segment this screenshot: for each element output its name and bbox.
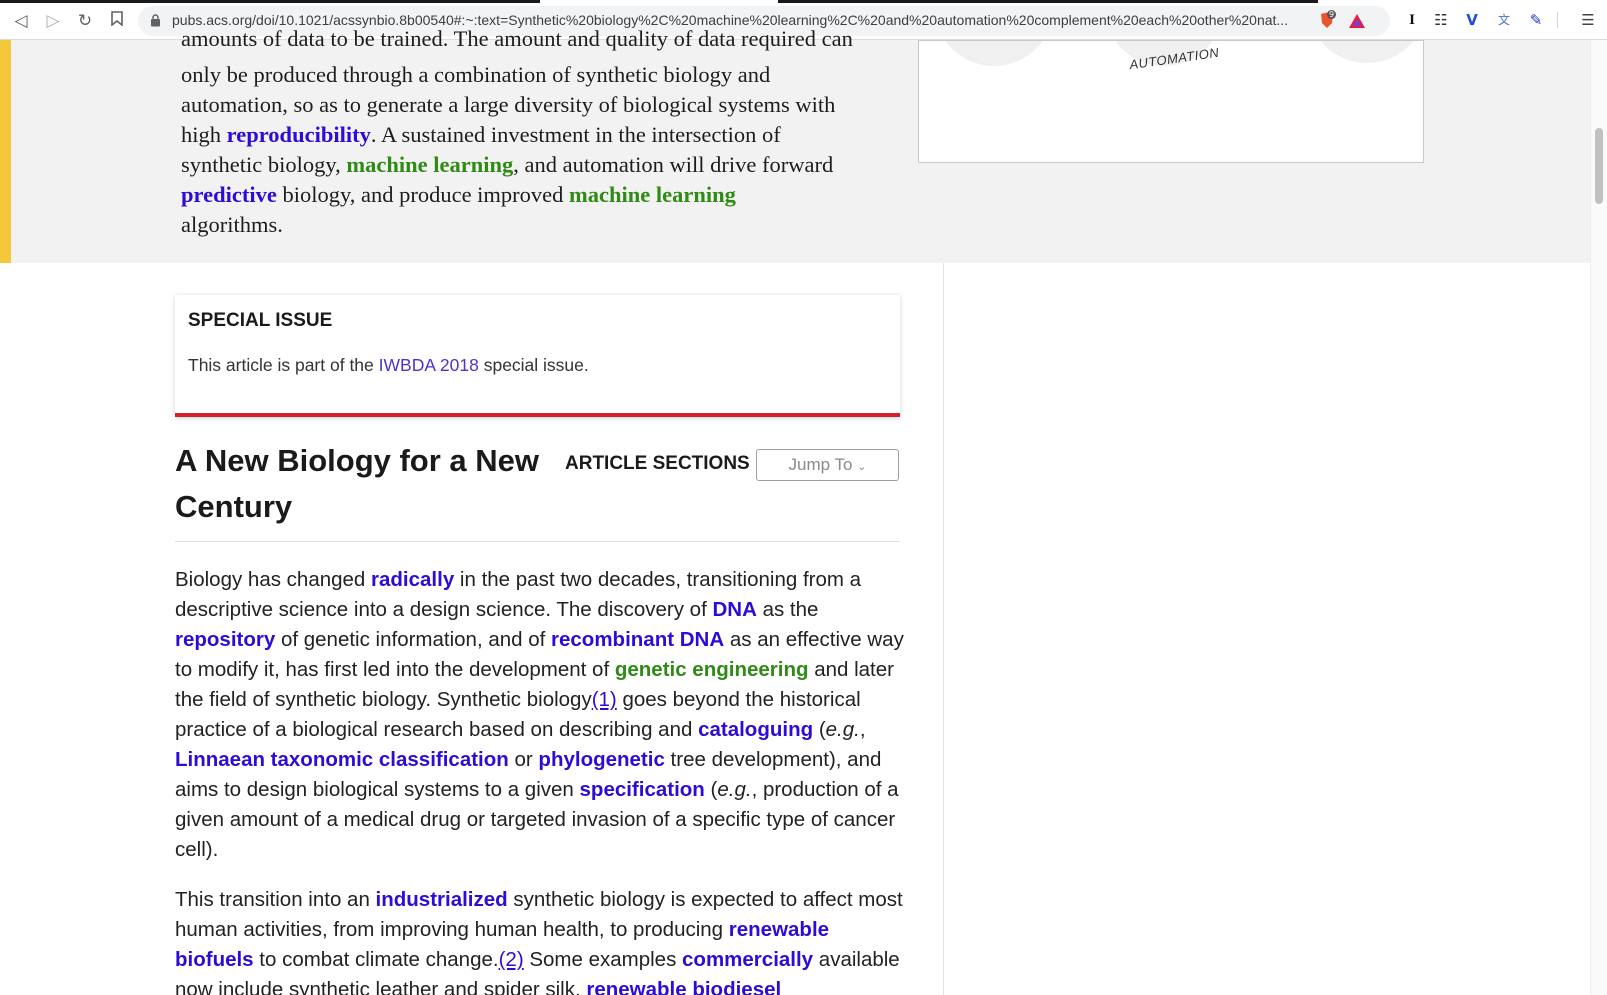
section-heading: A New Biology for a New Century [175,443,540,524]
keyword-link[interactable]: genetic engineering [615,658,809,681]
scrollbar-thumb[interactable] [1595,128,1603,204]
reference-link[interactable]: (1) [592,688,617,711]
text-span: This article is part of the [188,355,379,375]
abstract-line: predictive biology, and produce improved… [181,180,736,210]
lock-icon [151,14,160,27]
keyword-link[interactable]: renewable biodiesel [586,978,781,995]
text-cursor-icon[interactable]: I [1402,10,1422,30]
jump-to-label: Jump To [788,455,853,474]
keyword-link[interactable]: DNA [712,598,756,621]
abstract-line: only be produced through a combination o… [181,62,771,87]
column-divider [943,263,944,995]
chevron-down-icon: ⌄ [857,461,867,473]
keyword-link[interactable]: predictive [181,182,277,207]
page-scrollbar[interactable] [1590,40,1607,995]
reload-icon[interactable]: ↻ [74,10,96,32]
text-span: ( [813,718,826,741]
abstract-accent-stripe [0,40,11,263]
keyword-link[interactable]: commercially [682,948,813,971]
text-span: e.g. [717,778,752,801]
heading-divider [175,541,900,542]
text-span: to combat climate change. [253,948,499,971]
brave-shield-icon[interactable]: 9 [1318,10,1338,30]
abstract-line: algorithms. [181,212,283,237]
keyword-link[interactable]: reproducibility [227,122,371,147]
toolbar-divider [1557,12,1558,28]
text-span: . A sustained investment in the intersec… [370,122,781,147]
vpn-icon[interactable]: V [1462,10,1482,30]
translate-icon[interactable]: 文 [1494,10,1514,30]
special-issue-title: SPECIAL ISSUE [188,310,333,331]
text-span: e.g. [825,718,860,741]
forward-icon[interactable]: ▷ [42,10,64,32]
extension-icon[interactable]: ☷ [1431,10,1451,30]
abstract-section: amounts of data to be trained. The amoun… [0,26,1590,263]
graphic-circle [934,41,1054,66]
keyword-link[interactable]: phylogenetic [538,748,664,771]
menu-icon[interactable]: ☰ [1578,10,1598,30]
keyword-link[interactable]: Linnaean taxonomic classification [175,748,509,771]
bookmark-icon[interactable] [106,10,128,32]
keyword-link[interactable]: cataloguing [698,718,813,741]
pen-icon[interactable]: ✎ [1526,10,1546,30]
keyword-link[interactable]: specification [580,778,705,801]
text-span: or [508,748,539,771]
text-span: ( [704,778,718,801]
abstract-line: synthetic biology, machine learning, and… [181,150,833,180]
text-span: as the [756,598,819,621]
loading-progress-bar-segment [778,0,1318,3]
text-span: of genetic information, and of [275,628,552,651]
back-icon[interactable]: ◁ [10,10,32,32]
keyword-link[interactable]: machine learning [569,182,736,207]
keyword-link[interactable]: machine learning [346,152,513,177]
text-span: high [181,122,227,147]
keyword-link[interactable]: repository [175,628,275,651]
abstract-line: amounts of data to be trained. The amoun… [181,26,853,51]
body-paragraph: This transition into an industrialized s… [175,885,905,995]
text-span: Some examples [523,948,683,971]
article-sections-label: ARTICLE SECTIONS [565,453,750,474]
abstract-line: automation, so as to generate a large di… [181,92,836,117]
text-span: This transition into an [175,888,376,911]
keyword-link[interactable]: industrialized [376,888,508,911]
text-span: Biology has changed [175,568,372,591]
toc-graphic[interactable]: AUTOMATION [918,40,1424,163]
graphic-circle [1307,41,1423,63]
reference-link[interactable]: (2) [499,948,524,971]
special-issue-link[interactable]: IWBDA 2018 [379,355,479,375]
text-span: , and automation will drive forward [513,152,834,177]
text-span: biology, and produce improved [276,182,570,207]
loading-progress-bar [0,0,540,3]
special-issue-card: SPECIAL ISSUE This article is part of th… [175,295,900,417]
text-span: , [859,718,866,741]
abstract-line: high reproducibility. A sustained invest… [181,120,781,150]
brave-rewards-icon[interactable] [1348,12,1366,30]
text-span: special issue. [478,355,589,375]
special-issue-text: This article is part of the IWBDA 2018 s… [188,355,589,376]
shield-count-badge: 9 [1327,10,1337,19]
keyword-link[interactable]: radically [371,568,454,591]
jump-to-dropdown[interactable]: Jump To ⌄ [756,449,899,481]
body-paragraph: Biology has changed radically in the pas… [175,565,905,865]
keyword-link[interactable]: recombinant DNA [551,628,724,651]
text-span: synthetic biology, [181,152,347,177]
